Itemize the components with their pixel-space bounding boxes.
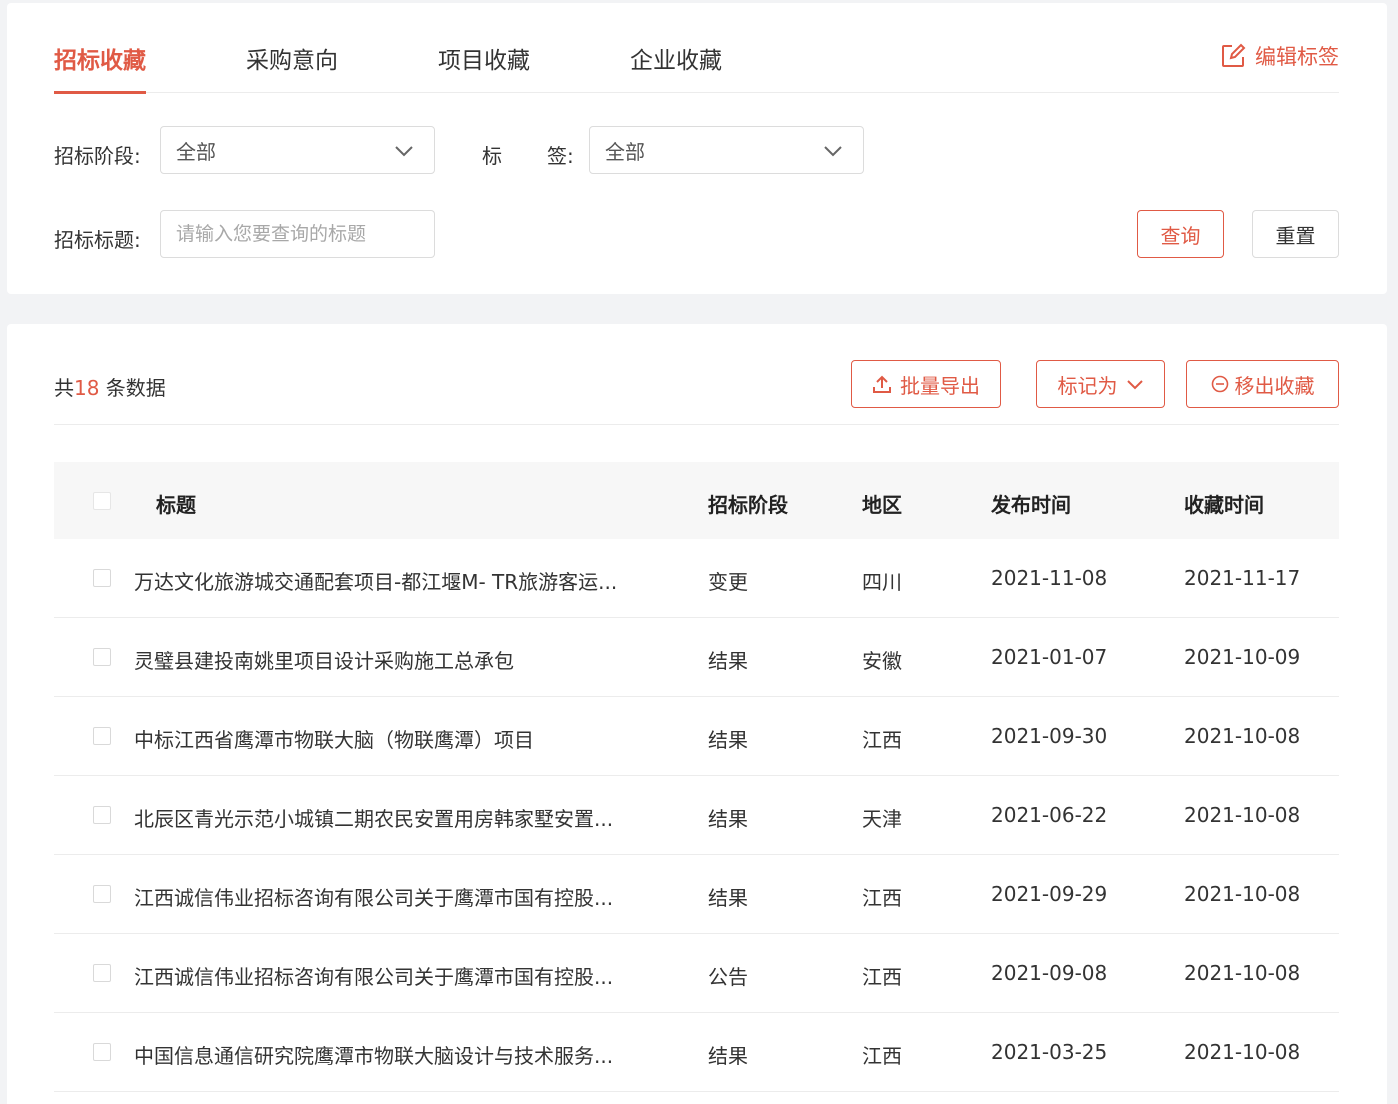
list-card: 共18 条数据 批量导出 标记为 移出收藏 标题 招标阶段 地区 发布时间 收藏… xyxy=(7,324,1387,1104)
row-stage: 结果 xyxy=(708,1044,748,1068)
favorites-table: 标题 招标阶段 地区 发布时间 收藏时间 万达文化旅游城交通配套项目-都江堰M-… xyxy=(54,462,1339,1092)
edit-icon xyxy=(1222,43,1246,67)
row-favorited: 2021-10-08 xyxy=(1184,882,1301,906)
mark-as-label: 标记为 xyxy=(1057,373,1118,398)
table-row: 中国信息通信研究院鹰潭市物联大脑设计与技术服务... 结果 江西 2021-03… xyxy=(54,1013,1339,1092)
remove-favorite-label: 移出收藏 xyxy=(1234,373,1315,398)
tab-bid-favorites[interactable]: 招标收藏 xyxy=(54,41,146,94)
count-prefix: 共 xyxy=(54,376,74,400)
row-favorited: 2021-10-08 xyxy=(1184,803,1301,827)
row-favorited: 2021-11-17 xyxy=(1184,566,1301,590)
divider xyxy=(54,424,1339,425)
row-published: 2021-03-25 xyxy=(991,1040,1108,1064)
chevron-down-icon xyxy=(395,146,413,157)
row-region: 江西 xyxy=(862,728,902,752)
row-title-link[interactable]: 江西诚信伟业招标咨询有限公司关于鹰潭市国有控股... xyxy=(134,882,654,911)
tag-select-value: 全部 xyxy=(605,139,645,164)
chevron-down-icon xyxy=(824,146,842,157)
row-checkbox[interactable] xyxy=(93,727,111,745)
upload-icon xyxy=(873,375,891,393)
tab-purchase-intent[interactable]: 采购意向 xyxy=(246,41,338,93)
table-row: 灵璧县建投南姚里项目设计采购施工总承包 结果 安徽 2021-01-07 202… xyxy=(54,618,1339,697)
row-region: 江西 xyxy=(862,1044,902,1068)
row-stage: 结果 xyxy=(708,728,748,752)
batch-export-label: 批量导出 xyxy=(900,373,980,398)
header-favorited: 收藏时间 xyxy=(1184,493,1264,517)
header-title: 标题 xyxy=(156,493,196,517)
row-region: 江西 xyxy=(862,886,902,910)
row-checkbox[interactable] xyxy=(93,569,111,587)
table-header: 标题 招标阶段 地区 发布时间 收藏时间 xyxy=(54,462,1339,539)
table-row: 中标江西省鹰潭市物联大脑（物联鹰潭）项目 结果 江西 2021-09-30 20… xyxy=(54,697,1339,776)
title-search-input[interactable] xyxy=(160,210,435,258)
tab-company-favorites[interactable]: 企业收藏 xyxy=(630,41,722,93)
count-suffix: 条数据 xyxy=(99,376,166,400)
row-stage: 变更 xyxy=(708,570,748,594)
row-title-link[interactable]: 万达文化旅游城交通配套项目-都江堰M- TR旅游客运... xyxy=(134,566,654,595)
row-published: 2021-01-07 xyxy=(991,645,1108,669)
tag-select[interactable]: 全部 xyxy=(589,126,864,174)
row-region: 安徽 xyxy=(862,649,902,673)
reset-button[interactable]: 重置 xyxy=(1252,210,1339,258)
minus-circle-icon xyxy=(1211,375,1228,393)
header-stage: 招标阶段 xyxy=(708,493,788,517)
row-checkbox[interactable] xyxy=(93,1043,111,1061)
table-row: 江西诚信伟业招标咨询有限公司关于鹰潭市国有控股... 公告 江西 2021-09… xyxy=(54,934,1339,1013)
tag-filter-label-part2: 签: xyxy=(547,144,574,168)
filter-card: 招标收藏 采购意向 项目收藏 企业收藏 编辑标签 招标阶段: 全部 标 签: 全… xyxy=(7,3,1387,294)
row-published: 2021-06-22 xyxy=(991,803,1108,827)
table-row: 万达文化旅游城交通配套项目-都江堰M- TR旅游客运... 变更 四川 2021… xyxy=(54,539,1339,618)
row-favorited: 2021-10-08 xyxy=(1184,724,1301,748)
row-published: 2021-11-08 xyxy=(991,566,1108,590)
tab-bar: 招标收藏 采购意向 项目收藏 企业收藏 编辑标签 xyxy=(54,3,1339,94)
row-region: 四川 xyxy=(862,570,902,594)
row-published: 2021-09-30 xyxy=(991,724,1108,748)
mark-as-button[interactable]: 标记为 xyxy=(1036,360,1165,408)
query-button[interactable]: 查询 xyxy=(1137,210,1224,258)
row-stage: 结果 xyxy=(708,649,748,673)
remove-favorite-button[interactable]: 移出收藏 xyxy=(1186,360,1339,408)
row-title-link[interactable]: 灵璧县建投南姚里项目设计采购施工总承包 xyxy=(134,645,654,674)
count-number: 18 xyxy=(74,376,100,400)
row-published: 2021-09-08 xyxy=(991,961,1108,985)
row-title-link[interactable]: 北辰区青光示范小城镇二期农民安置用房韩家墅安置... xyxy=(134,803,654,832)
header-published: 发布时间 xyxy=(991,493,1071,517)
row-title-link[interactable]: 中标江西省鹰潭市物联大脑（物联鹰潭）项目 xyxy=(134,724,654,753)
row-checkbox[interactable] xyxy=(93,648,111,666)
row-checkbox[interactable] xyxy=(93,885,111,903)
row-title-link[interactable]: 中国信息通信研究院鹰潭市物联大脑设计与技术服务... xyxy=(134,1040,654,1069)
row-region: 江西 xyxy=(862,965,902,989)
row-checkbox[interactable] xyxy=(93,964,111,982)
tag-filter-label-part1: 标 xyxy=(482,144,502,168)
title-filter-label: 招标标题: xyxy=(54,228,141,252)
row-favorited: 2021-10-08 xyxy=(1184,1040,1301,1064)
chevron-down-icon xyxy=(1126,380,1143,390)
edit-tags-button[interactable]: 编辑标签 xyxy=(1220,41,1339,71)
row-stage: 结果 xyxy=(708,807,748,831)
stage-filter-label: 招标阶段: xyxy=(54,144,141,168)
row-published: 2021-09-29 xyxy=(991,882,1108,906)
row-stage: 结果 xyxy=(708,886,748,910)
row-title-link[interactable]: 江西诚信伟业招标咨询有限公司关于鹰潭市国有控股... xyxy=(134,961,654,990)
result-count: 共18 条数据 xyxy=(54,372,166,401)
edit-tags-label: 编辑标签 xyxy=(1255,45,1339,69)
row-checkbox[interactable] xyxy=(93,806,111,824)
row-stage: 公告 xyxy=(708,965,748,989)
batch-export-button[interactable]: 批量导出 xyxy=(851,360,1001,408)
stage-select-value: 全部 xyxy=(176,139,216,164)
row-region: 天津 xyxy=(862,807,902,831)
tab-project-favorites[interactable]: 项目收藏 xyxy=(438,41,530,93)
stage-select[interactable]: 全部 xyxy=(160,126,435,174)
table-row: 江西诚信伟业招标咨询有限公司关于鹰潭市国有控股... 结果 江西 2021-09… xyxy=(54,855,1339,934)
header-region: 地区 xyxy=(862,493,902,517)
select-all-checkbox[interactable] xyxy=(93,492,111,510)
row-favorited: 2021-10-09 xyxy=(1184,645,1301,669)
table-row: 北辰区青光示范小城镇二期农民安置用房韩家墅安置... 结果 天津 2021-06… xyxy=(54,776,1339,855)
row-favorited: 2021-10-08 xyxy=(1184,961,1301,985)
